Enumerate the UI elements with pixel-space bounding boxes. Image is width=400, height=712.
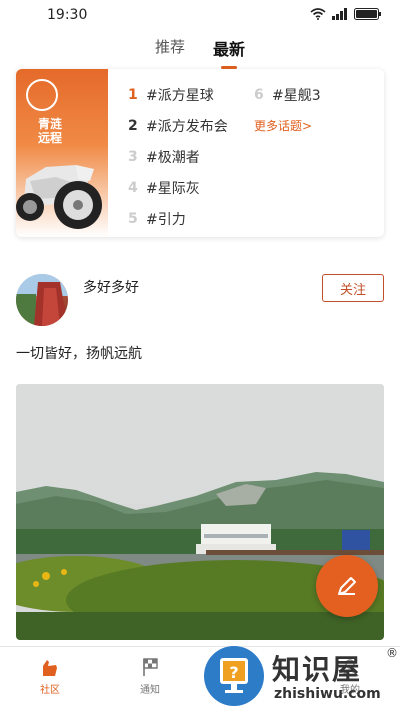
nav-community-label: 社区 [40, 685, 60, 696]
avatar[interactable] [16, 274, 68, 326]
topic-label: #星舰3 [272, 87, 321, 104]
motorcycle-image [16, 165, 102, 229]
topic-rank: 1 [128, 86, 138, 103]
tab-recommended[interactable]: 推荐 [155, 34, 185, 64]
topic-banner[interactable]: 青涟 远程 [16, 69, 108, 237]
topic-item[interactable]: 6 #星舰3 [254, 79, 384, 110]
watermark-subtitle: zhishiwu.com [274, 686, 381, 702]
wifi-icon [310, 8, 326, 20]
topic-item[interactable]: 4 #星际灰 [128, 172, 278, 203]
topic-item[interactable]: 3 #极潮者 [128, 141, 278, 172]
post-text: 一切皆好，扬帆远航 [16, 346, 142, 362]
status-icons [310, 8, 382, 20]
topic-rank: 4 [128, 179, 138, 196]
more-topics-link[interactable]: 更多话题> [254, 117, 312, 134]
nav-notifications[interactable]: 通知 [120, 655, 180, 696]
topic-label: #引力 [146, 211, 186, 228]
question-monitor-icon: ? [204, 646, 264, 706]
more-topics-row: 更多话题> [254, 110, 384, 141]
post-header: 多好多好 关注 [16, 274, 384, 326]
pencil-icon [338, 577, 356, 595]
topic-list-right: 6 #星舰3 更多话题> [254, 79, 384, 141]
topic-label: #极潮者 [146, 149, 200, 166]
svg-text:?: ? [229, 663, 238, 682]
topic-rank: 5 [128, 210, 138, 227]
username[interactable]: 多好多好 [83, 277, 139, 297]
battery-icon [354, 8, 381, 20]
flag-icon [139, 655, 161, 679]
hand-icon [39, 655, 61, 679]
topic-label: #星际灰 [146, 180, 200, 197]
topic-rank: 3 [128, 148, 138, 165]
tab-latest[interactable]: 最新 [213, 34, 245, 69]
topic-label: #派方星球 [146, 87, 214, 104]
follow-button[interactable]: 关注 [322, 274, 384, 302]
watermark: ? 知识屋 ® zhishiwu.com [200, 646, 400, 706]
topic-rank: 2 [128, 117, 138, 134]
status-bar: 19:30 [0, 0, 400, 32]
compose-button[interactable] [316, 555, 378, 617]
brand-logo-icon [26, 79, 58, 111]
topic-label: #派方发布会 [146, 118, 228, 135]
avatar-image [16, 274, 68, 326]
topic-rank: 6 [254, 86, 264, 103]
status-time: 19:30 [47, 7, 88, 23]
watermark-title: 知识屋 [272, 653, 363, 686]
signal-icon [332, 8, 347, 20]
nav-notifications-label: 通知 [140, 685, 160, 696]
hot-topics-card: 青涟 远程 1 #派方星球 2 #派方发布会 3 #极潮者 4 #星际灰 5 #… [16, 69, 384, 237]
watermark-registered: ® [386, 646, 398, 660]
nav-community[interactable]: 社区 [20, 655, 80, 696]
topic-item[interactable]: 5 #引力 [128, 203, 278, 234]
feed-tabs: 推荐 最新 [0, 34, 400, 69]
